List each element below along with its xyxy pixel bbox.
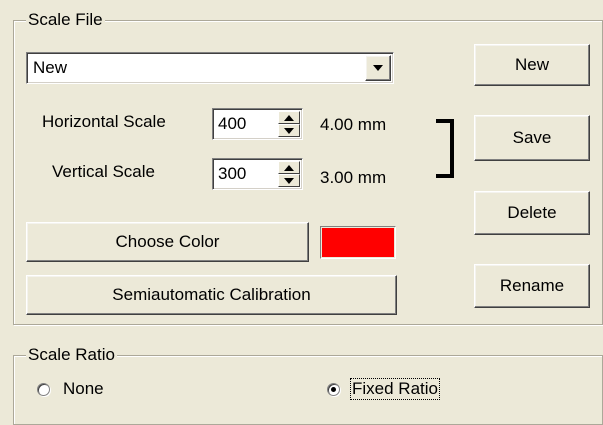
horizontal-scale-value: 400 [218,114,247,133]
vertical-scale-mm: 3.00 mm [320,168,387,187]
color-swatch-fill [322,228,394,257]
new-button[interactable]: New [474,44,590,86]
arrow-down-icon [284,177,294,184]
scale-file-select[interactable]: New [26,52,394,84]
vertical-scale-spinner[interactable] [278,161,300,187]
chevron-down-icon [373,65,383,71]
spin-down-button[interactable] [278,124,300,137]
radio-none[interactable]: None [37,378,127,400]
vertical-scale-input[interactable]: 300 [212,158,303,190]
horizontal-scale-mm: 4.00 mm [320,115,387,134]
horizontal-scale-spinner[interactable] [278,111,300,137]
rename-button[interactable]: Rename [474,264,590,308]
vertical-scale-label: Vertical Scale [52,162,155,181]
spin-up-button[interactable] [278,111,300,124]
spin-up-button[interactable] [278,161,300,174]
arrow-down-icon [284,127,294,134]
radio-selected-dot [331,387,336,392]
save-button[interactable]: Save [474,115,590,161]
scale-ratio-legend: Scale Ratio [26,345,117,365]
horizontal-scale-input[interactable]: 400 [212,108,303,140]
horizontal-scale-label: Horizontal Scale [42,112,166,131]
radio-fixed-ratio-circle[interactable] [327,383,340,396]
delete-button[interactable]: Delete [474,191,590,235]
scale-file-selected-value: New [33,58,68,77]
choose-color-button[interactable]: Choose Color [26,222,309,262]
semiautomatic-calibration-button[interactable]: Semiautomatic Calibration [26,275,397,315]
arrow-up-icon [284,164,294,171]
vertical-scale-value: 300 [218,164,247,183]
spin-down-button[interactable] [278,174,300,187]
radio-fixed-ratio-label: Fixed Ratio [350,378,440,400]
color-swatch[interactable] [320,226,396,259]
bracket-link-icon [436,119,454,178]
scale-file-legend: Scale File [26,10,105,30]
arrow-up-icon [284,114,294,121]
radio-fixed-ratio[interactable]: Fixed Ratio [327,378,467,400]
radio-none-label: None [63,379,104,398]
radio-none-circle[interactable] [37,383,50,396]
dropdown-arrow-button[interactable] [365,55,391,81]
